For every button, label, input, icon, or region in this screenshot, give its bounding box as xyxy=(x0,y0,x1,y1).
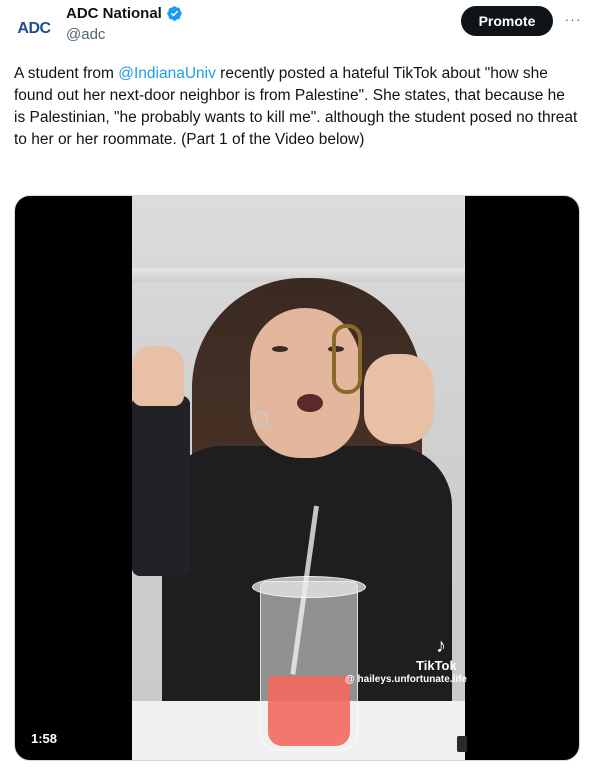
video-person-hand-right xyxy=(364,354,434,444)
tiktok-watermark-user: @ haileys.unfortunate.life xyxy=(345,674,467,685)
more-options-icon[interactable]: ··· xyxy=(562,8,584,30)
tweet-header: ADC ADC National @adc Promote ··· xyxy=(0,0,596,56)
tiktok-note-icon: ♪ xyxy=(436,635,446,657)
video-person-sleeve xyxy=(132,396,190,576)
verified-badge-icon xyxy=(167,6,182,21)
author-display-name[interactable]: ADC National xyxy=(66,5,162,22)
video-person-mouth xyxy=(297,394,323,412)
video-person-eye-left xyxy=(272,346,288,352)
video-cup-drink xyxy=(268,676,350,746)
tiktok-watermark-brand: TikTok xyxy=(416,658,457,673)
tweet-body: A student from @IndianaUniv recently pos… xyxy=(14,63,580,151)
video-person-hand-left xyxy=(132,346,184,406)
author-avatar[interactable]: ADC xyxy=(13,8,55,50)
author-handle[interactable]: @adc xyxy=(66,26,105,43)
video-player[interactable]: ♪ TikTok @ haileys.unfortunate.life 1:58 xyxy=(14,195,580,761)
mention-link[interactable]: @IndianaUniv xyxy=(118,65,216,82)
video-person-earring xyxy=(254,411,268,427)
avatar-logo-text: ADC xyxy=(17,20,51,37)
author-name-row: ADC National xyxy=(66,5,183,22)
promote-button[interactable]: Promote xyxy=(461,6,553,36)
video-control-icon[interactable] xyxy=(457,736,467,752)
video-duration-badge: 1:58 xyxy=(25,726,64,750)
tweet-text-start: A student from xyxy=(14,65,119,82)
video-cup-lid xyxy=(252,576,366,598)
video-eyelash-curler xyxy=(332,324,362,394)
